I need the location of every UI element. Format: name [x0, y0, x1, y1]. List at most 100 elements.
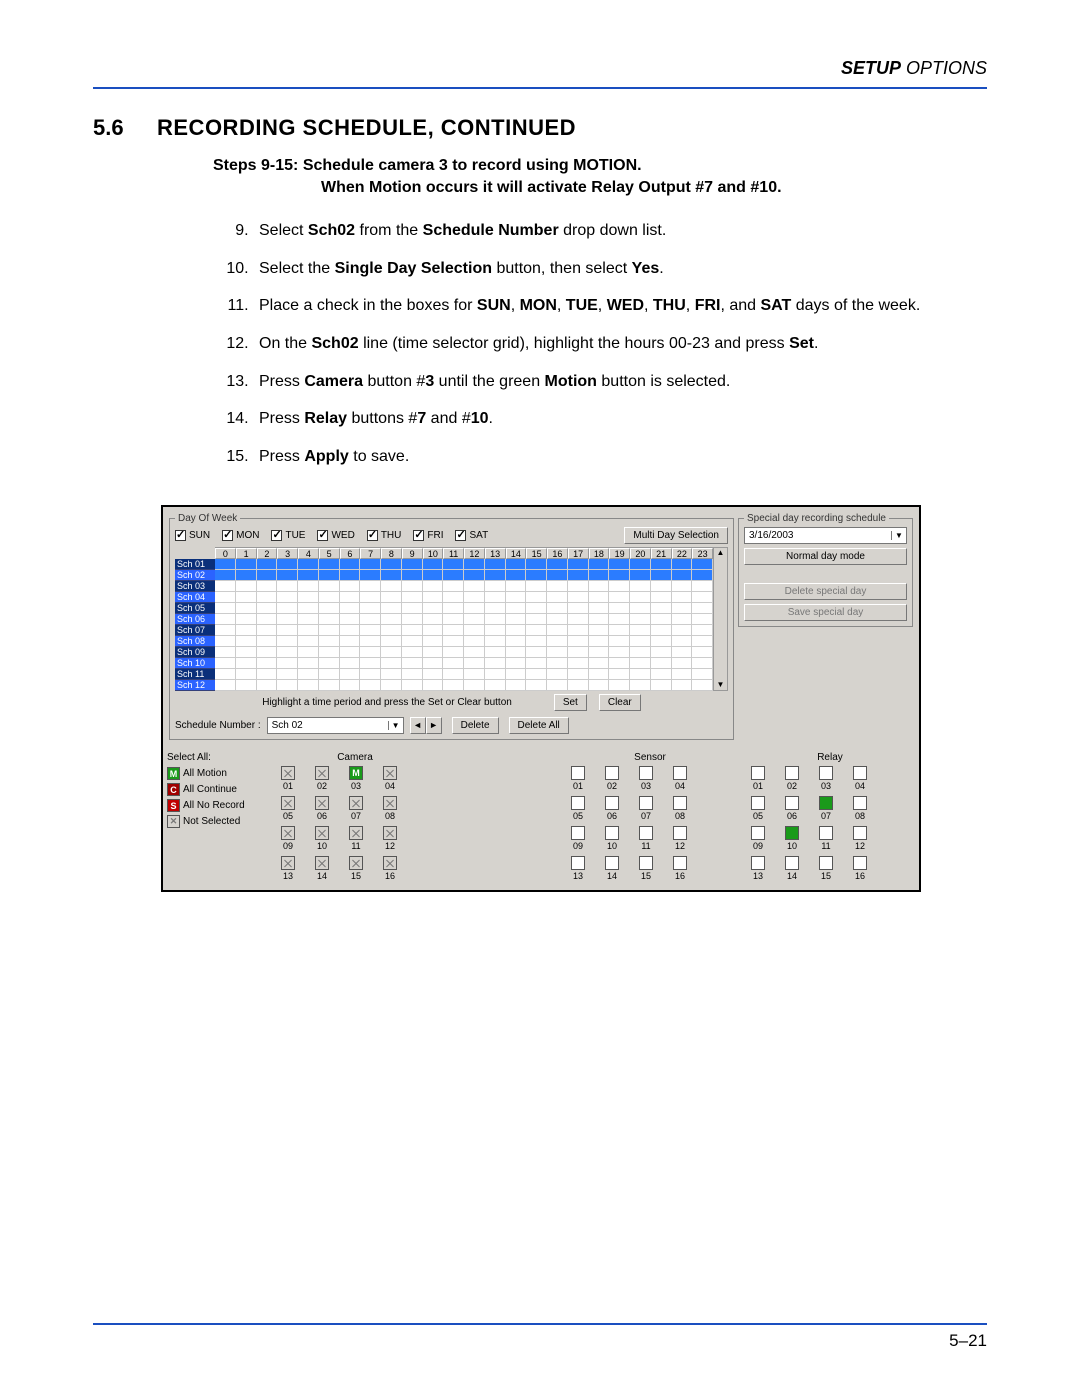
grid-cell[interactable] — [464, 559, 485, 570]
grid-cell[interactable] — [526, 570, 547, 581]
grid-cell[interactable] — [257, 592, 278, 603]
grid-cell[interactable] — [485, 559, 506, 570]
sensor-button-07[interactable]: 07 — [633, 796, 659, 822]
grid-cell[interactable] — [360, 614, 381, 625]
delete-special-button[interactable]: Delete special day — [744, 583, 907, 600]
grid-cell[interactable] — [485, 658, 506, 669]
grid-cell[interactable] — [692, 592, 713, 603]
spin-right-icon[interactable]: ► — [426, 717, 442, 734]
grid-cell[interactable] — [277, 680, 298, 691]
delete-button[interactable]: Delete — [452, 717, 499, 734]
grid-cell[interactable] — [547, 603, 568, 614]
grid-cell[interactable] — [651, 625, 672, 636]
grid-cell[interactable] — [651, 570, 672, 581]
grid-cell[interactable] — [692, 625, 713, 636]
all-motion-button[interactable]: M All Motion — [167, 767, 265, 780]
relay-button-03[interactable]: 03 — [813, 766, 839, 792]
grid-cell[interactable] — [651, 647, 672, 658]
normal-day-button[interactable]: Normal day mode — [744, 548, 907, 565]
grid-cell[interactable] — [692, 581, 713, 592]
grid-cell[interactable] — [568, 570, 589, 581]
grid-cell[interactable] — [692, 559, 713, 570]
relay-button-07[interactable]: 07 — [813, 796, 839, 822]
grid-cell[interactable] — [402, 614, 423, 625]
grid-cell[interactable] — [672, 625, 693, 636]
grid-cell[interactable] — [464, 680, 485, 691]
grid-cell[interactable] — [609, 658, 630, 669]
grid-cell[interactable] — [651, 636, 672, 647]
grid-cell[interactable] — [319, 647, 340, 658]
grid-cell[interactable] — [547, 614, 568, 625]
grid-cell[interactable] — [589, 581, 610, 592]
day-checkbox-fri[interactable]: FRI — [413, 530, 443, 541]
sensor-button-08[interactable]: 08 — [667, 796, 693, 822]
schedule-row-label[interactable]: Sch 02 — [175, 570, 215, 581]
relay-button-10[interactable]: 10 — [779, 826, 805, 852]
grid-cell[interactable] — [360, 625, 381, 636]
grid-cell[interactable] — [485, 603, 506, 614]
grid-cell[interactable] — [277, 603, 298, 614]
grid-cell[interactable] — [298, 559, 319, 570]
grid-cell[interactable] — [257, 636, 278, 647]
grid-cell[interactable] — [257, 625, 278, 636]
grid-cell[interactable] — [402, 669, 423, 680]
grid-cell[interactable] — [381, 658, 402, 669]
grid-cell[interactable] — [526, 559, 547, 570]
grid-cell[interactable] — [630, 625, 651, 636]
grid-cell[interactable] — [443, 625, 464, 636]
grid-cell[interactable] — [423, 570, 444, 581]
relay-button-08[interactable]: 08 — [847, 796, 873, 822]
grid-cell[interactable] — [526, 581, 547, 592]
grid-cell[interactable] — [609, 669, 630, 680]
not-selected-button[interactable]: ✕ Not Selected — [167, 815, 265, 828]
grid-cell[interactable] — [630, 581, 651, 592]
grid-cell[interactable] — [215, 570, 236, 581]
grid-cell[interactable] — [236, 636, 257, 647]
grid-cell[interactable] — [692, 636, 713, 647]
grid-cell[interactable] — [547, 559, 568, 570]
grid-cell[interactable] — [319, 603, 340, 614]
grid-cell[interactable] — [381, 680, 402, 691]
grid-cell[interactable] — [589, 658, 610, 669]
grid-cell[interactable] — [526, 680, 547, 691]
grid-cell[interactable] — [672, 614, 693, 625]
grid-cell[interactable] — [609, 614, 630, 625]
camera-button-02[interactable]: 02 — [309, 766, 335, 792]
grid-cell[interactable] — [589, 559, 610, 570]
grid-cell[interactable] — [609, 647, 630, 658]
grid-cell[interactable] — [319, 669, 340, 680]
grid-cell[interactable] — [526, 647, 547, 658]
grid-cell[interactable] — [547, 570, 568, 581]
grid-cell[interactable] — [506, 647, 527, 658]
grid-cell[interactable] — [485, 592, 506, 603]
grid-cell[interactable] — [298, 625, 319, 636]
grid-cell[interactable] — [547, 658, 568, 669]
grid-cell[interactable] — [630, 592, 651, 603]
camera-button-11[interactable]: 11 — [343, 826, 369, 852]
grid-cell[interactable] — [568, 559, 589, 570]
day-checkbox-sun[interactable]: SUN — [175, 530, 210, 541]
grid-cell[interactable] — [630, 669, 651, 680]
grid-cell[interactable] — [443, 559, 464, 570]
grid-cell[interactable] — [257, 603, 278, 614]
multi-day-selection-button[interactable]: Multi Day Selection — [624, 527, 728, 544]
grid-cell[interactable] — [423, 647, 444, 658]
grid-cell[interactable] — [506, 570, 527, 581]
grid-cell[interactable] — [298, 658, 319, 669]
relay-button-06[interactable]: 06 — [779, 796, 805, 822]
grid-cell[interactable] — [692, 669, 713, 680]
chevron-down-icon[interactable]: ▼ — [388, 721, 403, 730]
grid-cell[interactable] — [651, 581, 672, 592]
grid-cell[interactable] — [672, 581, 693, 592]
grid-cell[interactable] — [692, 658, 713, 669]
grid-cell[interactable] — [423, 603, 444, 614]
sensor-button-12[interactable]: 12 — [667, 826, 693, 852]
relay-button-14[interactable]: 14 — [779, 856, 805, 882]
grid-scrollbar[interactable]: ▲ ▼ — [713, 547, 728, 691]
grid-cell[interactable] — [630, 559, 651, 570]
grid-cell[interactable] — [257, 559, 278, 570]
grid-cell[interactable] — [630, 647, 651, 658]
relay-button-16[interactable]: 16 — [847, 856, 873, 882]
grid-cell[interactable] — [298, 603, 319, 614]
grid-cell[interactable] — [651, 669, 672, 680]
